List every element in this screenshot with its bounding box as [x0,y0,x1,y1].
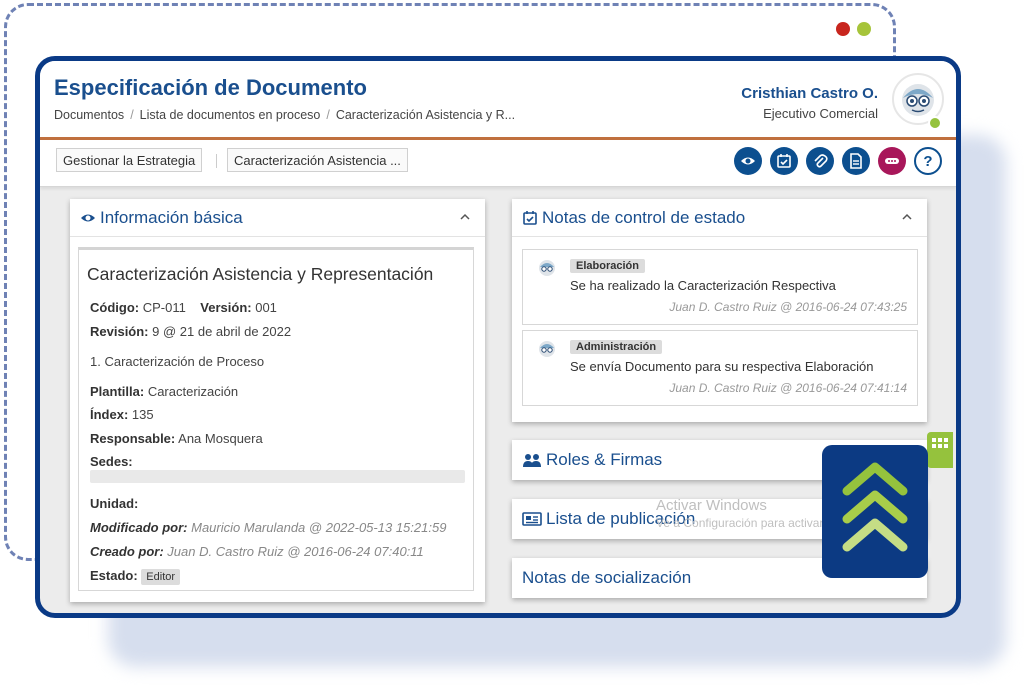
status-badge: Editor [141,569,181,585]
info-panel: Información básica Caracterización Asist… [70,199,485,602]
robot-avatar-icon [539,341,555,357]
notes-panel-header[interactable]: Notas de control de estado [512,199,927,237]
note-item: Administración Se envía Documento para s… [522,330,918,406]
grid-icon [932,438,948,448]
breadcrumb: Documentos / Lista de documentos en proc… [54,108,515,122]
modificado-row: Modificado por: Mauricio Marulanda @ 202… [90,520,447,535]
sedes-bar [90,470,465,483]
calendar-check-icon [523,210,537,225]
responsable-row: Responsable: Ana Mosquera [90,431,263,446]
caracterizacion-tab-button[interactable]: Caracterización Asistencia ... [227,148,408,172]
notes-panel: Notas de control de estado Elaboración S… [512,199,927,422]
info-panel-header[interactable]: Información básica [70,199,485,237]
index-row: Índex: 135 [90,407,154,422]
eye-icon [81,214,95,221]
breadcrumb-item-lista[interactable]: Lista de documentos en proceso [140,108,321,122]
breadcrumb-separator: / [326,108,330,122]
socializacion-panel-title: Notas de socialización [522,568,692,587]
codigo-version-row: Código: CP-011 Versión: 001 [90,300,277,315]
users-icon [523,454,541,467]
estado-row: Estado: Editor [90,568,181,585]
brand-logo [822,445,928,578]
note-text: Se ha realizado la Caracterización Respe… [570,278,836,293]
revision-row: Revisión: 9 @ 21 de abril de 2022 [90,324,292,339]
info-panel-title: Información básica [100,207,243,227]
windows-watermark-title: Activar Windows [656,497,767,514]
document-title: Caracterización Asistencia y Representac… [87,264,434,284]
app-header: Especificación de Documento Documentos /… [40,61,956,140]
gestionar-estrategia-button[interactable]: Gestionar la Estrategia [56,148,203,172]
eye-icon[interactable] [734,147,762,175]
note-text: Se envía Documento para su respectiva El… [570,359,874,374]
roles-panel-title: Roles & Firmas [522,450,662,470]
unidad-row: Unidad: [90,496,139,511]
newspaper-icon [522,512,542,526]
proceso-row: 1. Caracterización de Proceso [90,354,265,369]
user-role: Ejecutivo Comercial [763,106,878,121]
chevron-up-icon[interactable] [901,211,913,223]
note-meta: Juan D. Castro Ruiz @ 2016-06-24 07:41:1… [669,381,907,395]
breadcrumb-item-current: Caracterización Asistencia y R... [335,108,516,122]
chevron-up-icon[interactable] [459,211,471,223]
note-meta: Juan D. Castro Ruiz @ 2016-06-24 07:43:2… [669,300,907,314]
grid-menu-tab[interactable] [927,432,953,468]
note-status-badge: Administración [570,340,663,354]
robot-avatar-icon [539,260,555,276]
breadcrumb-item-documentos[interactable]: Documentos [54,108,124,122]
notes-panel-title: Notas de control de estado [542,207,746,227]
online-status-dot [928,116,942,130]
note-item: Elaboración Se ha realizado la Caracteri… [522,249,918,325]
toolbar: Gestionar la Estrategia Caracterización … [40,140,956,187]
note-status-badge: Elaboración [570,259,645,273]
toolbar-divider [216,154,217,168]
document-icon[interactable] [842,147,870,175]
paperclip-icon[interactable] [806,147,834,175]
calendar-check-icon[interactable] [770,147,798,175]
window-dots [836,22,871,36]
plantilla-row: Plantilla: Caracterización [90,384,239,399]
creado-row: Creado por: Juan D. Castro Ruiz @ 2016-0… [90,544,424,559]
more-icon[interactable] [878,147,906,175]
help-icon[interactable]: ? [914,147,942,175]
triple-chevron-up-icon [842,462,908,552]
user-name: Cristhian Castro O. [741,85,878,102]
page-title: Especificación de Documento [54,75,367,100]
red-dot [836,22,850,36]
sedes-row: Sedes: [90,454,133,469]
breadcrumb-separator: / [130,108,134,122]
green-dot [857,22,871,36]
info-card: Caracterización Asistencia y Representac… [78,247,474,591]
